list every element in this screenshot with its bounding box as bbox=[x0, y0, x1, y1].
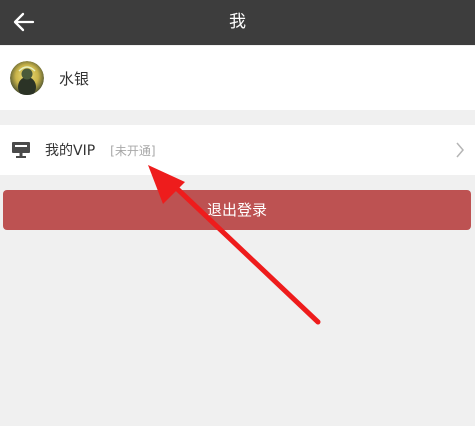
logout-button[interactable]: 退出登录 bbox=[3, 190, 471, 230]
app-header: 我 bbox=[0, 0, 475, 45]
my-vip-label: 我的VIP bbox=[45, 143, 96, 159]
arrow-left-icon bbox=[13, 12, 35, 32]
monitor-icon bbox=[11, 140, 31, 160]
avatar bbox=[10, 61, 44, 95]
profile-row[interactable]: 水银 bbox=[0, 46, 475, 110]
vip-status-text: [未开通] bbox=[110, 143, 156, 158]
chevron-right-icon bbox=[456, 142, 464, 158]
my-vip-row[interactable]: 我的VIP [未开通] bbox=[0, 125, 475, 175]
back-button[interactable] bbox=[8, 6, 40, 38]
username: 水银 bbox=[59, 69, 90, 88]
page-title: 我 bbox=[229, 12, 246, 32]
